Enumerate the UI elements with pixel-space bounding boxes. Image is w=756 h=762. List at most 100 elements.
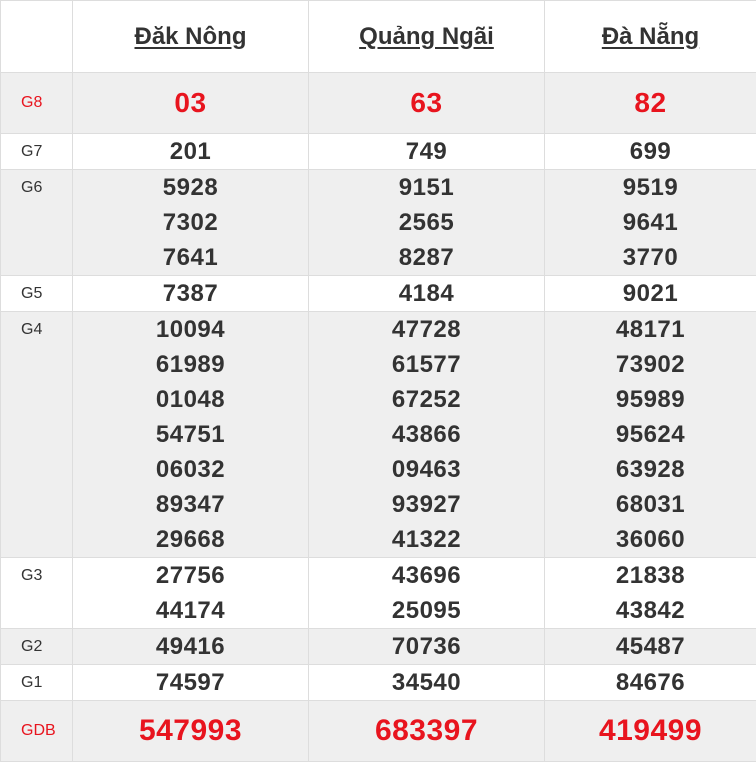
province-link-da-nang[interactable]: Đà Nẵng xyxy=(602,23,699,50)
prize-number: 25095 xyxy=(309,593,544,628)
prize-number: 7302 xyxy=(73,205,308,240)
prize-cell: 82 xyxy=(545,73,756,134)
prize-number: 2565 xyxy=(309,205,544,240)
prize-number: 9641 xyxy=(545,205,756,240)
prize-row-g5: G5 7387 4184 9021 xyxy=(1,276,756,312)
prize-number: 10094 xyxy=(73,312,308,347)
prize-number: 54751 xyxy=(73,417,308,452)
prize-label: G4 xyxy=(1,312,73,558)
province-link-quang-ngai[interactable]: Quảng Ngãi xyxy=(359,23,494,50)
prize-number: 61989 xyxy=(73,347,308,382)
prize-number: 5928 xyxy=(73,170,308,205)
prize-cell: 84676 xyxy=(545,665,756,701)
prize-row-g7: G7 201 749 699 xyxy=(1,134,756,170)
prize-cell: 70736 xyxy=(309,629,545,665)
prize-number: 06032 xyxy=(73,452,308,487)
prize-number: 749 xyxy=(309,134,544,169)
prize-cell: 749 xyxy=(309,134,545,170)
jackpot-number: 683397 xyxy=(309,702,544,760)
prize-number: 43696 xyxy=(309,558,544,593)
prize-number: 82 xyxy=(545,74,756,132)
prize-cell: 49416 xyxy=(73,629,309,665)
prize-number: 44174 xyxy=(73,593,308,628)
prize-cell: 683397 xyxy=(309,701,545,762)
prize-row-g4: G4 10094 61989 01048 54751 06032 89347 2… xyxy=(1,312,756,558)
prize-number: 45487 xyxy=(545,629,756,664)
prize-number: 95624 xyxy=(545,417,756,452)
jackpot-number: 547993 xyxy=(73,702,308,760)
prize-number: 70736 xyxy=(309,629,544,664)
prize-label: G7 xyxy=(1,134,73,170)
prize-label: GDB xyxy=(1,701,73,762)
prize-cell: 34540 xyxy=(309,665,545,701)
prize-row-g2: G2 49416 70736 45487 xyxy=(1,629,756,665)
prize-number: 09463 xyxy=(309,452,544,487)
prize-number: 36060 xyxy=(545,522,756,557)
prize-number: 7387 xyxy=(73,276,308,311)
prize-cell: 419499 xyxy=(545,701,756,762)
prize-number: 68031 xyxy=(545,487,756,522)
prize-cell: 45487 xyxy=(545,629,756,665)
prize-cell: 699 xyxy=(545,134,756,170)
prize-number: 9151 xyxy=(309,170,544,205)
prize-number: 8287 xyxy=(309,240,544,275)
prize-number: 29668 xyxy=(73,522,308,557)
prize-number: 61577 xyxy=(309,347,544,382)
prize-number: 201 xyxy=(73,134,308,169)
prize-number: 34540 xyxy=(309,665,544,700)
prize-cell: 48171 73902 95989 95624 63928 68031 3606… xyxy=(545,312,756,558)
prize-number: 63 xyxy=(309,74,544,132)
prize-number: 9021 xyxy=(545,276,756,311)
prize-number: 73902 xyxy=(545,347,756,382)
prize-row-g1: G1 74597 34540 84676 xyxy=(1,665,756,701)
prize-cell: 03 xyxy=(73,73,309,134)
prize-cell: 9151 2565 8287 xyxy=(309,170,545,276)
province-header-dak-nong: Đăk Nông xyxy=(73,1,309,73)
prize-row-g3: G3 27756 44174 43696 25095 21838 43842 xyxy=(1,558,756,629)
prize-label: G2 xyxy=(1,629,73,665)
prize-number: 67252 xyxy=(309,382,544,417)
prize-cell: 9519 9641 3770 xyxy=(545,170,756,276)
prize-cell: 10094 61989 01048 54751 06032 89347 2966… xyxy=(73,312,309,558)
prize-cell: 21838 43842 xyxy=(545,558,756,629)
prize-cell: 5928 7302 7641 xyxy=(73,170,309,276)
prize-cell: 63 xyxy=(309,73,545,134)
prize-number: 9519 xyxy=(545,170,756,205)
prize-label: G5 xyxy=(1,276,73,312)
prize-cell: 74597 xyxy=(73,665,309,701)
prize-cell: 7387 xyxy=(73,276,309,312)
province-header-quang-ngai: Quảng Ngãi xyxy=(309,1,545,73)
prize-cell: 547993 xyxy=(73,701,309,762)
prize-row-g8: G8 03 63 82 xyxy=(1,73,756,134)
prize-number: 7641 xyxy=(73,240,308,275)
prize-number: 47728 xyxy=(309,312,544,347)
prize-number: 95989 xyxy=(545,382,756,417)
prize-label: G8 xyxy=(1,73,73,134)
prize-label: G3 xyxy=(1,558,73,629)
lottery-results-table: Đăk Nông Quảng Ngãi Đà Nẵng G8 03 63 82 … xyxy=(0,0,756,762)
prize-number: 4184 xyxy=(309,276,544,311)
province-header-da-nang: Đà Nẵng xyxy=(545,1,756,73)
header-row: Đăk Nông Quảng Ngãi Đà Nẵng xyxy=(1,1,756,73)
province-link-dak-nong[interactable]: Đăk Nông xyxy=(134,23,246,50)
prize-number: 01048 xyxy=(73,382,308,417)
prize-number: 48171 xyxy=(545,312,756,347)
prize-number: 27756 xyxy=(73,558,308,593)
prize-number: 43842 xyxy=(545,593,756,628)
prize-number: 74597 xyxy=(73,665,308,700)
prize-cell: 43696 25095 xyxy=(309,558,545,629)
prize-number: 63928 xyxy=(545,452,756,487)
prize-number: 3770 xyxy=(545,240,756,275)
prize-label: G6 xyxy=(1,170,73,276)
prize-number: 84676 xyxy=(545,665,756,700)
prize-cell: 27756 44174 xyxy=(73,558,309,629)
prize-cell: 4184 xyxy=(309,276,545,312)
prize-number: 699 xyxy=(545,134,756,169)
prize-number: 89347 xyxy=(73,487,308,522)
prize-number: 43866 xyxy=(309,417,544,452)
prize-number: 21838 xyxy=(545,558,756,593)
prize-number: 03 xyxy=(73,74,308,132)
prize-number: 41322 xyxy=(309,522,544,557)
prize-row-gdb: GDB 547993 683397 419499 xyxy=(1,701,756,762)
prize-cell: 9021 xyxy=(545,276,756,312)
